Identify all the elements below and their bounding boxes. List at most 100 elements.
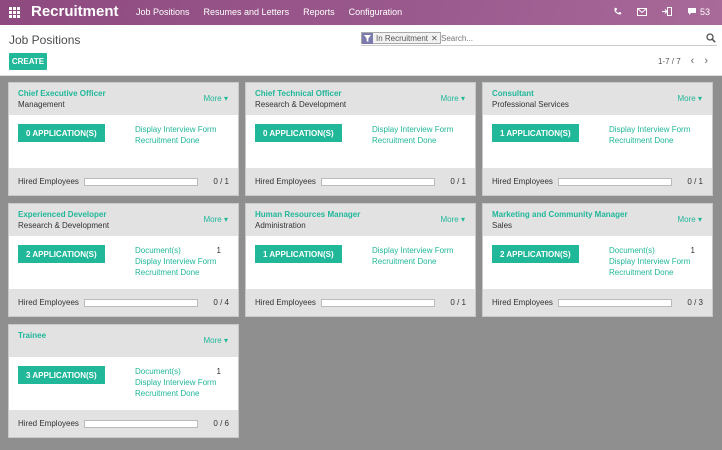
pager-previous-icon[interactable]: ‹ — [691, 55, 695, 67]
hired-progress-bar — [84, 299, 198, 307]
caret-down-icon: ▾ — [458, 215, 465, 224]
job-department: Administration — [255, 221, 306, 230]
recruitment-done-link[interactable]: Recruitment Done — [135, 267, 221, 278]
applications-button[interactable]: 0 APPLICATION(S) — [18, 124, 105, 142]
job-links: Document(s) 1 Display Interview Form Rec… — [135, 245, 221, 278]
more-label: More — [440, 94, 459, 103]
interview-form-link[interactable]: Display Interview Form — [135, 377, 221, 388]
applications-button[interactable]: 3 APPLICATION(S) — [18, 366, 105, 384]
applications-button[interactable]: 2 APPLICATION(S) — [492, 245, 579, 263]
more-label: More — [440, 215, 459, 224]
hired-employees-label: Hired Employees — [255, 298, 316, 307]
job-department: Sales — [492, 221, 513, 230]
hired-count: 0 / 6 — [213, 419, 229, 428]
app-brand[interactable]: Recruitment — [31, 3, 119, 20]
messages-indicator[interactable]: 53 — [687, 6, 710, 17]
applications-button[interactable]: 2 APPLICATION(S) — [18, 245, 105, 263]
more-dropdown[interactable]: More ▾ — [678, 94, 702, 103]
menu-reports[interactable]: Reports — [303, 7, 335, 17]
hired-employees-label: Hired Employees — [492, 298, 553, 307]
job-department: Research & Development — [255, 100, 347, 109]
search-bar: In Recruitment ✕ — [361, 32, 717, 46]
job-name[interactable]: Consultant — [492, 89, 534, 98]
interview-form-link[interactable]: Display Interview Form — [372, 245, 453, 256]
hired-count: 0 / 1 — [450, 298, 466, 307]
hired-employees-label: Hired Employees — [18, 177, 79, 186]
caret-down-icon: ▾ — [221, 215, 228, 224]
filter-icon — [362, 32, 373, 44]
phone-icon[interactable] — [612, 6, 623, 17]
interview-form-link[interactable]: Display Interview Form — [609, 256, 695, 267]
job-name[interactable]: Chief Executive Officer — [18, 89, 106, 98]
caret-down-icon: ▾ — [458, 94, 465, 103]
job-name[interactable]: Marketing and Community Manager — [492, 210, 628, 219]
recruitment-done-link[interactable]: Recruitment Done — [135, 135, 216, 146]
messages-count: 53 — [699, 6, 710, 17]
pager-next-icon[interactable]: › — [704, 55, 708, 67]
more-dropdown[interactable]: More ▾ — [678, 215, 702, 224]
more-dropdown[interactable]: More ▾ — [204, 94, 228, 103]
job-name[interactable]: Experienced Developer — [18, 210, 106, 219]
menu-configuration[interactable]: Configuration — [349, 7, 403, 17]
documents-row: Document(s) 1 — [609, 245, 695, 256]
more-label: More — [203, 336, 222, 345]
job-name[interactable]: Human Resources Manager — [255, 210, 360, 219]
hired-progress-bar — [558, 178, 672, 186]
menu-resumes-letters[interactable]: Resumes and Letters — [204, 7, 290, 17]
caret-down-icon: ▾ — [695, 215, 702, 224]
documents-link[interactable]: Document(s) — [609, 245, 655, 256]
recruitment-done-link[interactable]: Recruitment Done — [135, 388, 221, 399]
job-card[interactable]: Experienced Developer Research & Develop… — [8, 203, 239, 317]
more-dropdown[interactable]: More ▾ — [204, 336, 228, 345]
top-navbar: Recruitment Job Positions Resumes and Le… — [0, 0, 722, 25]
more-dropdown[interactable]: More ▾ — [204, 215, 228, 224]
job-card-footer: Hired Employees 0 / 6 — [9, 410, 238, 437]
logout-icon[interactable] — [662, 6, 673, 17]
mail-icon[interactable] — [637, 6, 648, 17]
hired-count: 0 / 1 — [450, 177, 466, 186]
interview-form-link[interactable]: Display Interview Form — [135, 124, 216, 135]
documents-link[interactable]: Document(s) — [135, 366, 181, 377]
job-card[interactable]: Chief Technical Officer Research & Devel… — [245, 82, 476, 196]
interview-form-link[interactable]: Display Interview Form — [135, 256, 221, 267]
job-card[interactable]: Trainee More ▾ 3 APPLICATION(S) Document… — [8, 324, 239, 438]
job-card-footer: Hired Employees 0 / 4 — [9, 289, 238, 316]
documents-link[interactable]: Document(s) — [135, 245, 181, 256]
job-links: Display Interview Form Recruitment Done — [372, 245, 453, 267]
documents-count: 1 — [690, 246, 695, 255]
job-card[interactable]: Human Resources Manager Administration M… — [245, 203, 476, 317]
recruitment-done-link[interactable]: Recruitment Done — [609, 267, 695, 278]
job-name[interactable]: Trainee — [18, 331, 46, 340]
main-menu: Job Positions Resumes and Letters Report… — [136, 7, 416, 17]
create-button[interactable]: CREATE — [9, 53, 47, 70]
caret-down-icon: ▾ — [695, 94, 702, 103]
recruitment-done-link[interactable]: Recruitment Done — [372, 135, 453, 146]
pager-value[interactable]: 1-7 / 7 — [658, 57, 681, 66]
interview-form-link[interactable]: Display Interview Form — [609, 124, 690, 135]
search-input[interactable] — [441, 32, 701, 44]
more-dropdown[interactable]: More ▾ — [441, 94, 465, 103]
hired-employees-label: Hired Employees — [492, 177, 553, 186]
job-card-footer: Hired Employees 0 / 1 — [483, 168, 712, 195]
job-links: Document(s) 1 Display Interview Form Rec… — [135, 366, 221, 399]
more-dropdown[interactable]: More ▾ — [441, 215, 465, 224]
recruitment-done-link[interactable]: Recruitment Done — [372, 256, 453, 267]
job-card[interactable]: Marketing and Community Manager Sales Mo… — [482, 203, 713, 317]
search-icon[interactable] — [706, 33, 717, 44]
apps-grid-icon[interactable] — [9, 7, 20, 18]
job-name[interactable]: Chief Technical Officer — [255, 89, 342, 98]
recruitment-done-link[interactable]: Recruitment Done — [609, 135, 690, 146]
job-card-footer: Hired Employees 0 / 1 — [9, 168, 238, 195]
job-links: Document(s) 1 Display Interview Form Rec… — [609, 245, 695, 278]
job-card[interactable]: Chief Executive Officer Management More … — [8, 82, 239, 196]
menu-job-positions[interactable]: Job Positions — [136, 7, 190, 17]
job-card[interactable]: Consultant Professional Services More ▾ … — [482, 82, 713, 196]
remove-facet-icon[interactable]: ✕ — [431, 34, 440, 43]
applications-button[interactable]: 1 APPLICATION(S) — [492, 124, 579, 142]
applications-button[interactable]: 1 APPLICATION(S) — [255, 245, 342, 263]
hired-progress-bar — [321, 299, 435, 307]
job-links: Display Interview Form Recruitment Done — [609, 124, 690, 146]
interview-form-link[interactable]: Display Interview Form — [372, 124, 453, 135]
applications-button[interactable]: 0 APPLICATION(S) — [255, 124, 342, 142]
hired-employees-label: Hired Employees — [18, 419, 79, 428]
